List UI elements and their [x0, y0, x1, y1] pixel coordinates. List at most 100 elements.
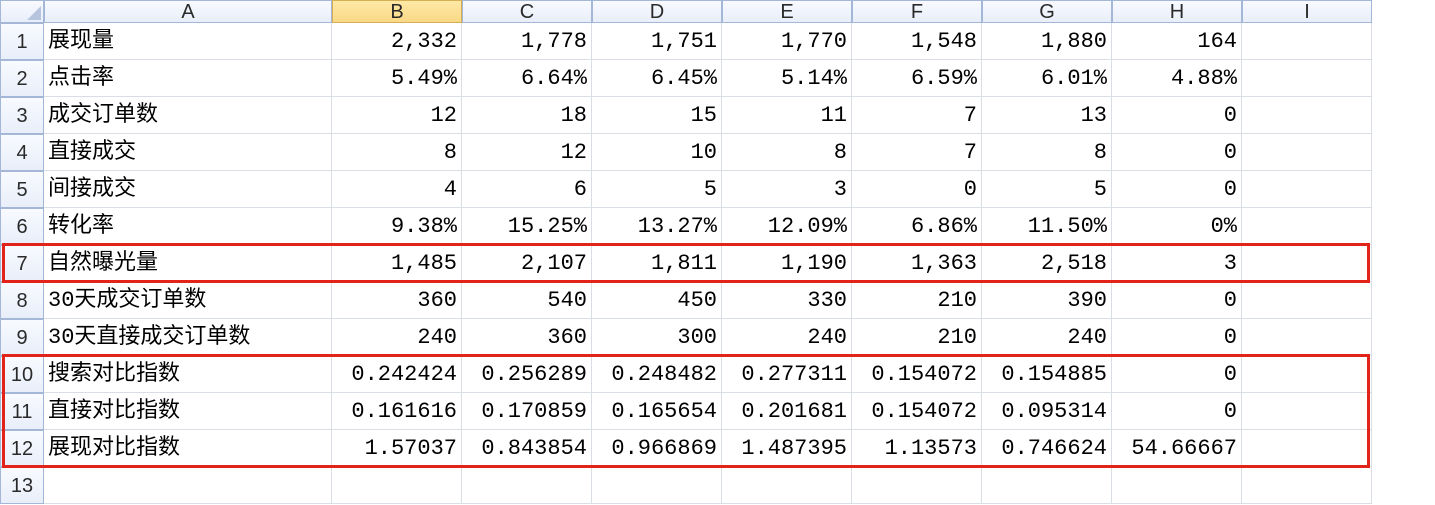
cell-I6[interactable] — [1242, 208, 1372, 245]
cell-E3[interactable]: 11 — [722, 97, 852, 134]
cell-G3[interactable]: 13 — [982, 97, 1112, 134]
cell-D6[interactable]: 13.27% — [592, 208, 722, 245]
cell-E6[interactable]: 12.09% — [722, 208, 852, 245]
cell-D11[interactable]: 0.165654 — [592, 393, 722, 430]
cell-D12[interactable]: 0.966869 — [592, 430, 722, 467]
cell-B6[interactable]: 9.38% — [332, 208, 462, 245]
cell-G9[interactable]: 240 — [982, 319, 1112, 356]
cell-B9[interactable]: 240 — [332, 319, 462, 356]
spreadsheet-grid[interactable]: ABCDEFGHI1展现量2,3321,7781,7511,7701,5481,… — [0, 0, 1435, 504]
cell-A2[interactable]: 点击率 — [44, 60, 332, 97]
cell-F8[interactable]: 210 — [852, 282, 982, 319]
cell-H13[interactable] — [1112, 467, 1242, 504]
cell-G8[interactable]: 390 — [982, 282, 1112, 319]
cell-G1[interactable]: 1,880 — [982, 23, 1112, 60]
cell-E13[interactable] — [722, 467, 852, 504]
cell-E2[interactable]: 5.14% — [722, 60, 852, 97]
col-header-H[interactable]: H — [1112, 0, 1242, 23]
row-header-2[interactable]: 2 — [0, 60, 44, 97]
cell-B8[interactable]: 360 — [332, 282, 462, 319]
cell-H6[interactable]: 0% — [1112, 208, 1242, 245]
col-header-E[interactable]: E — [722, 0, 852, 23]
cell-F10[interactable]: 0.154072 — [852, 356, 982, 393]
cell-A3[interactable]: 成交订单数 — [44, 97, 332, 134]
cell-I11[interactable] — [1242, 393, 1372, 430]
cell-A12[interactable]: 展现对比指数 — [44, 430, 332, 467]
cell-G2[interactable]: 6.01% — [982, 60, 1112, 97]
row-header-8[interactable]: 8 — [0, 282, 44, 319]
cell-G6[interactable]: 11.50% — [982, 208, 1112, 245]
col-header-C[interactable]: C — [462, 0, 592, 23]
cell-H9[interactable]: 0 — [1112, 319, 1242, 356]
cell-B7[interactable]: 1,485 — [332, 245, 462, 282]
col-header-F[interactable]: F — [852, 0, 982, 23]
cell-D2[interactable]: 6.45% — [592, 60, 722, 97]
cell-C10[interactable]: 0.256289 — [462, 356, 592, 393]
row-header-9[interactable]: 9 — [0, 319, 44, 356]
row-header-3[interactable]: 3 — [0, 97, 44, 134]
cell-C8[interactable]: 540 — [462, 282, 592, 319]
select-all-corner[interactable] — [0, 0, 44, 23]
row-header-7[interactable]: 7 — [0, 245, 44, 282]
cell-A13[interactable] — [44, 467, 332, 504]
cell-C9[interactable]: 360 — [462, 319, 592, 356]
cell-F9[interactable]: 210 — [852, 319, 982, 356]
col-header-B[interactable]: B — [332, 0, 462, 23]
cell-H7[interactable]: 3 — [1112, 245, 1242, 282]
cell-B13[interactable] — [332, 467, 462, 504]
cell-D7[interactable]: 1,811 — [592, 245, 722, 282]
cell-H11[interactable]: 0 — [1112, 393, 1242, 430]
cell-B1[interactable]: 2,332 — [332, 23, 462, 60]
cell-F13[interactable] — [852, 467, 982, 504]
row-header-6[interactable]: 6 — [0, 208, 44, 245]
cell-H5[interactable]: 0 — [1112, 171, 1242, 208]
cell-I8[interactable] — [1242, 282, 1372, 319]
cell-I1[interactable] — [1242, 23, 1372, 60]
cell-A7[interactable]: 自然曝光量 — [44, 245, 332, 282]
col-header-I[interactable]: I — [1242, 0, 1372, 23]
cell-F11[interactable]: 0.154072 — [852, 393, 982, 430]
cell-G13[interactable] — [982, 467, 1112, 504]
cell-B3[interactable]: 12 — [332, 97, 462, 134]
cell-C4[interactable]: 12 — [462, 134, 592, 171]
cell-E5[interactable]: 3 — [722, 171, 852, 208]
cell-F7[interactable]: 1,363 — [852, 245, 982, 282]
cell-E4[interactable]: 8 — [722, 134, 852, 171]
cell-E11[interactable]: 0.201681 — [722, 393, 852, 430]
cell-F1[interactable]: 1,548 — [852, 23, 982, 60]
cell-B4[interactable]: 8 — [332, 134, 462, 171]
cell-I13[interactable] — [1242, 467, 1372, 504]
cell-A11[interactable]: 直接对比指数 — [44, 393, 332, 430]
cell-E1[interactable]: 1,770 — [722, 23, 852, 60]
cell-A1[interactable]: 展现量 — [44, 23, 332, 60]
cell-F4[interactable]: 7 — [852, 134, 982, 171]
cell-C3[interactable]: 18 — [462, 97, 592, 134]
cell-H4[interactable]: 0 — [1112, 134, 1242, 171]
cell-I12[interactable] — [1242, 430, 1372, 467]
cell-D10[interactable]: 0.248482 — [592, 356, 722, 393]
cell-G7[interactable]: 2,518 — [982, 245, 1112, 282]
col-header-D[interactable]: D — [592, 0, 722, 23]
cell-F6[interactable]: 6.86% — [852, 208, 982, 245]
cell-D5[interactable]: 5 — [592, 171, 722, 208]
cell-B11[interactable]: 0.161616 — [332, 393, 462, 430]
cell-B2[interactable]: 5.49% — [332, 60, 462, 97]
cell-G11[interactable]: 0.095314 — [982, 393, 1112, 430]
cell-D9[interactable]: 300 — [592, 319, 722, 356]
cell-E7[interactable]: 1,190 — [722, 245, 852, 282]
cell-H8[interactable]: 0 — [1112, 282, 1242, 319]
cell-D1[interactable]: 1,751 — [592, 23, 722, 60]
row-header-11[interactable]: 11 — [0, 393, 44, 430]
cell-E9[interactable]: 240 — [722, 319, 852, 356]
cell-I7[interactable] — [1242, 245, 1372, 282]
cell-I5[interactable] — [1242, 171, 1372, 208]
cell-C1[interactable]: 1,778 — [462, 23, 592, 60]
cell-D13[interactable] — [592, 467, 722, 504]
cell-I9[interactable] — [1242, 319, 1372, 356]
cell-H12[interactable]: 54.66667 — [1112, 430, 1242, 467]
cell-B10[interactable]: 0.242424 — [332, 356, 462, 393]
cell-B12[interactable]: 1.57037 — [332, 430, 462, 467]
cell-C5[interactable]: 6 — [462, 171, 592, 208]
cell-F5[interactable]: 0 — [852, 171, 982, 208]
cell-C7[interactable]: 2,107 — [462, 245, 592, 282]
